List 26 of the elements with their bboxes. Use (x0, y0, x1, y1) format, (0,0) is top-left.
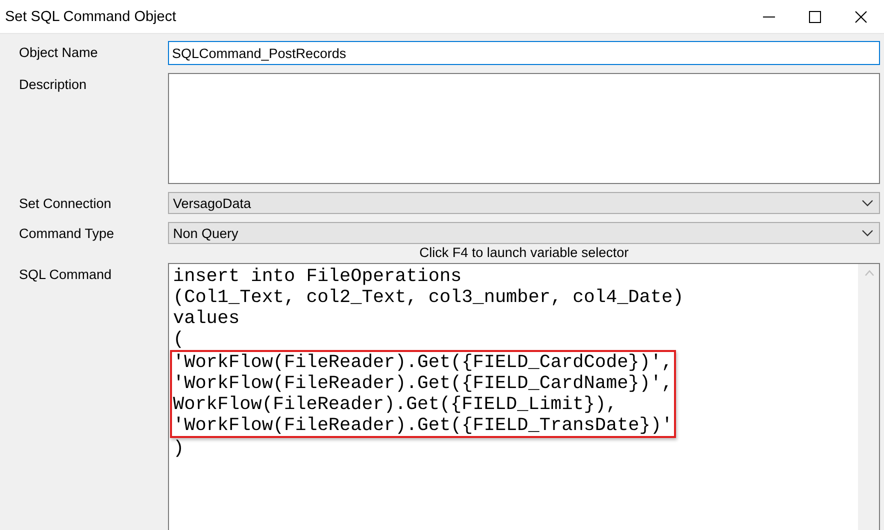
close-icon (855, 10, 867, 22)
code-line: 'WorkFlow(FileReader).Get({FIELD_CardCode})', (173, 352, 673, 373)
field-label: SQL Command (18, 266, 113, 282)
hint-text: Click F4 to launch variable selector (419, 245, 629, 260)
field-label: Command Type (18, 225, 116, 241)
dropdown[interactable]: Non Query (168, 222, 880, 244)
dropdown[interactable]: VersagoData (168, 192, 880, 214)
field-label: Set Connection (18, 195, 112, 211)
field-label: Object Name (18, 44, 99, 60)
code-line: values (173, 308, 240, 329)
code-line: ) (173, 438, 184, 459)
code-line: (Col1_Text, col2_Text, col3_number, col4_Date) (173, 287, 684, 308)
chevron-down-icon (862, 200, 873, 206)
code-line: WorkFlow(FileReader).Get({FIELD_Limit}), (173, 394, 618, 415)
code-line: ( (173, 329, 184, 350)
scrollbar[interactable] (858, 264, 879, 530)
code-line: 'WorkFlow(FileReader).Get({FIELD_CardName})', (173, 373, 673, 394)
description-field[interactable] (168, 73, 880, 184)
chevron-down-icon (862, 230, 873, 236)
code-line: 'WorkFlow(FileReader).Get({FIELD_TransDate})' (173, 415, 673, 436)
maximize-icon (809, 10, 821, 22)
window-title: Set SQL Command Object (4, 8, 178, 24)
sql-command-field[interactable] (168, 263, 880, 530)
code-line: insert into FileOperations (173, 266, 462, 287)
field-label: Description (18, 76, 88, 92)
object-name-field[interactable]: SQLCommand_PostRecords (168, 41, 880, 65)
